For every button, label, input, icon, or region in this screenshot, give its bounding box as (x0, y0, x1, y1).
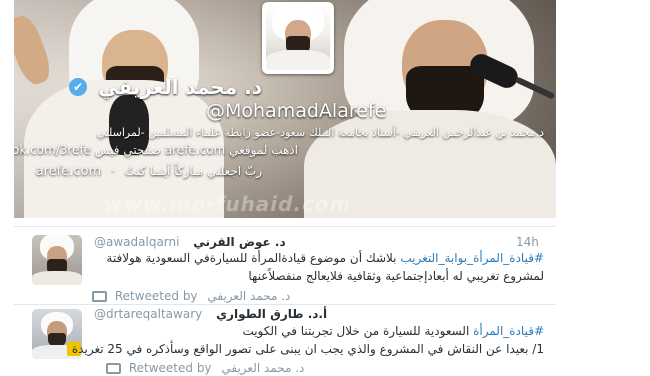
verified-icon: ✔ (69, 78, 88, 96)
profile-avatar[interactable] (262, 2, 334, 74)
retweeted-by-label: Retweeted by (128, 361, 212, 375)
profile-name[interactable]: د. محمد العريفي (98, 75, 262, 99)
profile-header: www.mo-fuhaid.com ✔ د. محمد العريفي @Moh… (14, 0, 556, 218)
tweet-item[interactable]: @drtareqaltawary أ.د. طارق الطواري #قياد… (14, 304, 556, 376)
separator-dot: · (110, 164, 115, 178)
retweet-icon (92, 291, 107, 302)
tweet-item[interactable]: @awadalqarni د. عوض القرني 14h #قيادة_ال… (14, 226, 556, 307)
tweet-header: @drtareqaltawary أ.د. طارق الطواري (94, 307, 327, 321)
profile-handle: @MohamadAlarefe (206, 100, 387, 122)
tweet-header: @awadalqarni د. عوض القرني (94, 235, 286, 249)
hashtag-link[interactable]: #قيادة_المرأة_بوابة_التغريب (400, 251, 544, 265)
tweet-handle[interactable]: @drtareqaltawary (94, 307, 202, 321)
retweeter-name[interactable]: د. محمد العريفي (207, 289, 290, 303)
tweet-avatar[interactable] (32, 235, 82, 285)
tweet-handle[interactable]: @awadalqarni (94, 235, 179, 249)
tweet-text-line-2: لمشروع تغريبي له أبعادإجتماعية وثقافية ف… (248, 269, 544, 283)
watermark: www.mo-fuhaid.com (104, 192, 352, 216)
profile-name-row: ✔ د. محمد العريفي (69, 75, 262, 99)
retweeter-name[interactable]: د. محمد العريفي (221, 361, 304, 375)
profile-bio: د.محمد بن عبدالرحمن العريفي -أستاذ بجامع… (96, 126, 545, 139)
retweet-icon (106, 363, 121, 374)
tweet-time[interactable]: 14h (516, 235, 539, 249)
retweeted-by-row: Retweeted by د. محمد العريفي (106, 361, 304, 375)
tweet-text-line-2: 1/ بعيدا عن النقاش في المشروع والذي يجب … (71, 342, 544, 356)
tweet-text-line-1: #قيادة_المرأة السعودية للسيارة من خلال ت… (242, 324, 544, 338)
retweeted-by-row: Retweeted by د. محمد العريفي (92, 289, 290, 303)
profile-location: ربّ اجعلني مباركاً أينما كنتُ (124, 164, 262, 178)
profile-bio-links[interactable]: اذهب لموقعي arefe.com صفحتي فيس facebook… (14, 143, 298, 157)
tweet-display-name[interactable]: أ.د. طارق الطواري (216, 307, 327, 321)
hashtag-link[interactable]: #قيادة_المرأة (473, 324, 544, 338)
tweet-display-name[interactable]: د. عوض القرني (193, 235, 285, 249)
tweet-text-line-1: #قيادة_المرأة_بوابة_التغريب بلاشك أن موض… (106, 251, 544, 265)
profile-meta-row: ربّ اجعلني مباركاً أينما كنتُ · arefe.co… (36, 164, 262, 179)
retweeted-by-label: Retweeted by (114, 289, 198, 303)
profile-website-link[interactable]: arefe.com (36, 164, 102, 179)
